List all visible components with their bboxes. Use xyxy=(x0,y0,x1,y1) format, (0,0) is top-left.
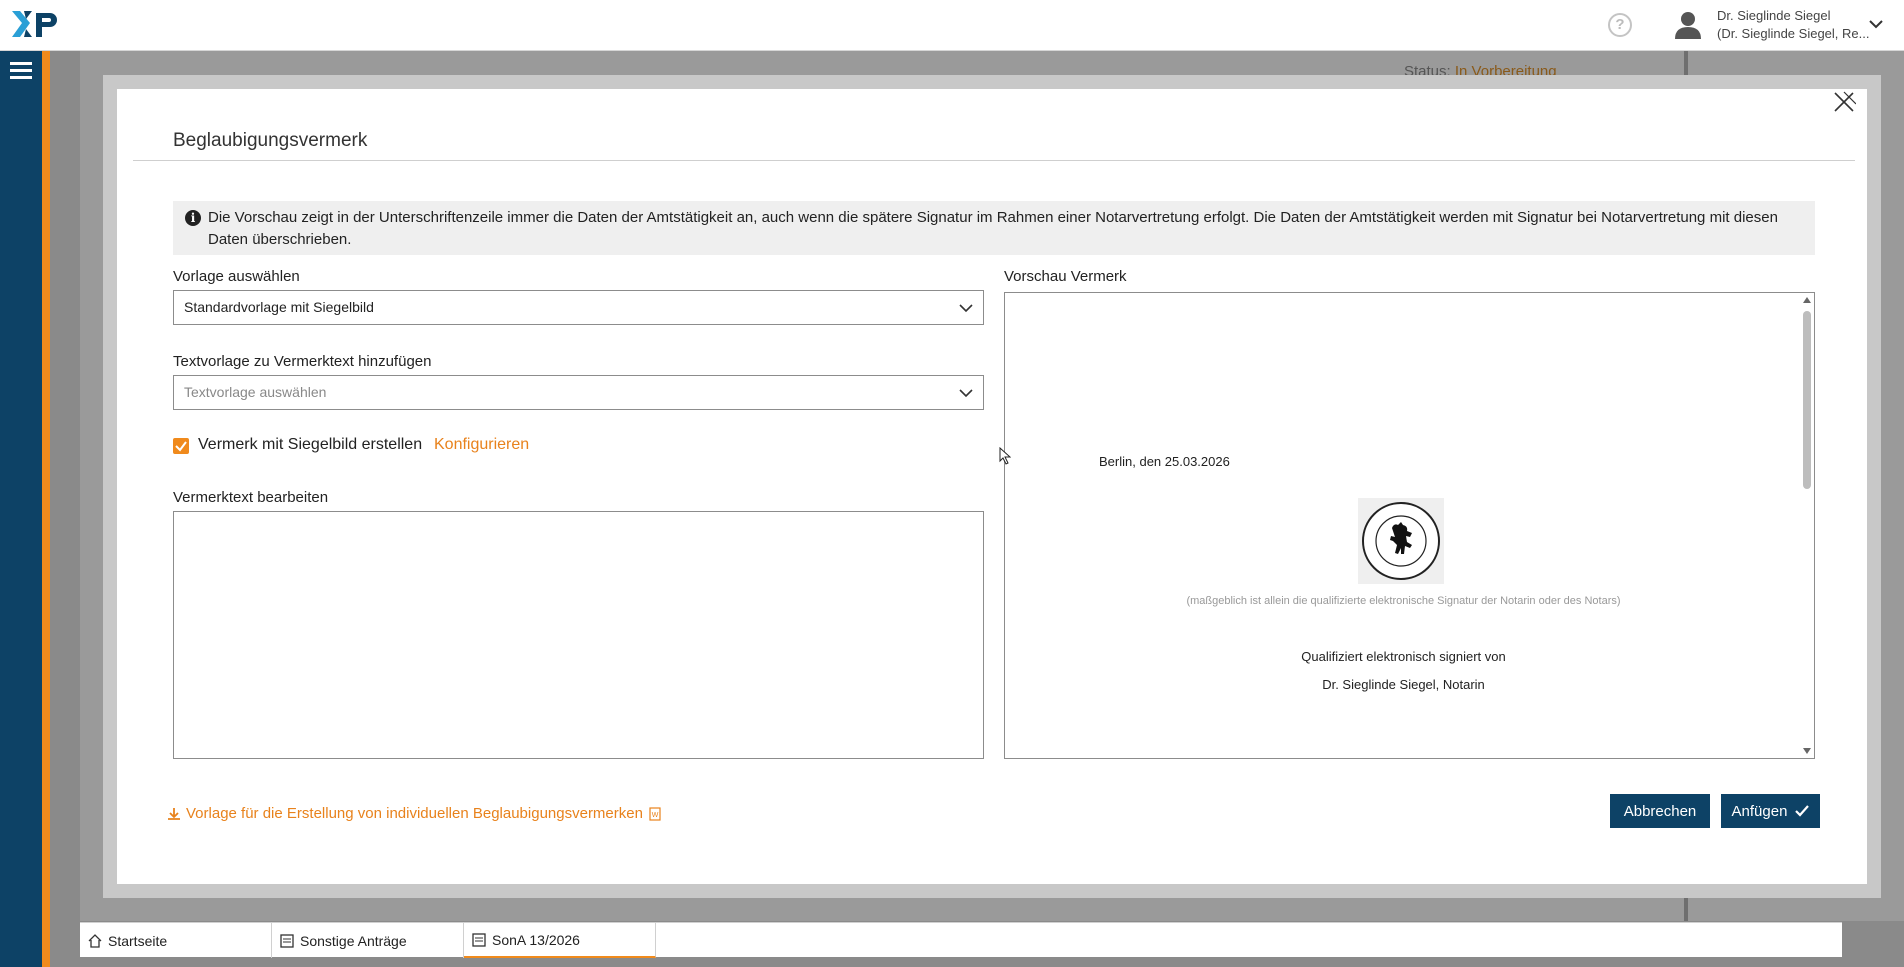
preview-signer: Dr. Sieglinde Siegel, Notarin xyxy=(1322,677,1485,692)
mouse-pointer-icon xyxy=(999,447,1011,465)
bottom-tab-bar: Startseite Sonstige Anträge SonA 13/2026 xyxy=(80,922,1842,958)
download-icon xyxy=(168,807,180,820)
cancel-button-label: Abbrechen xyxy=(1623,802,1697,820)
preview-label: Vorschau Vermerk xyxy=(1004,268,1127,285)
template-select-value: Standardvorlage mit Siegelbild xyxy=(184,299,374,315)
download-template-link[interactable]: Vorlage für die Erstellung von individue… xyxy=(167,805,662,822)
info-box: i Die Vorschau zeigt in der Unterschrift… xyxy=(173,201,1815,255)
siegelbild-checkbox[interactable] xyxy=(173,438,189,454)
tab-sona-13-2026[interactable]: SonA 13/2026 xyxy=(464,923,656,958)
preview-note: (maßgeblich ist allein die qualifizierte… xyxy=(1186,595,1621,607)
tab-label: Sonstige Anträge xyxy=(300,932,407,949)
textvorlage-label: Textvorlage zu Vermerktext hinzufügen xyxy=(173,353,432,370)
textvorlage-select[interactable]: Textvorlage auswählen xyxy=(173,375,984,410)
siegelbild-checkbox-label[interactable]: Vermerk mit Siegelbild erstellen xyxy=(198,436,422,454)
template-select[interactable]: Standardvorlage mit Siegelbild xyxy=(173,290,984,325)
template-label: Vorlage auswählen xyxy=(173,268,300,285)
edit-label: Vermerktext bearbeiten xyxy=(173,489,329,506)
modal-title-divider xyxy=(133,160,1855,161)
document-icon xyxy=(280,933,294,948)
scroll-up-arrow-icon[interactable] xyxy=(1803,297,1811,303)
user-name-line2: (Dr. Sieglinde Siegel, Re... xyxy=(1717,26,1870,41)
seal-emblem-icon xyxy=(1362,502,1440,580)
chevron-down-icon xyxy=(959,304,973,313)
scroll-thumb[interactable] xyxy=(1803,311,1811,489)
textvorlage-placeholder: Textvorlage auswählen xyxy=(184,384,327,400)
user-name[interactable]: Dr. Sieglinde Siegel (Dr. Sieglinde Sieg… xyxy=(1717,7,1869,43)
tab-label: Startseite xyxy=(108,932,168,949)
tab-startseite[interactable]: Startseite xyxy=(80,923,272,958)
append-button[interactable]: Anfügen xyxy=(1721,794,1820,828)
scroll-down-arrow-icon[interactable] xyxy=(1803,748,1811,754)
help-icon[interactable]: ? xyxy=(1608,13,1632,37)
vermerktext-textarea[interactable] xyxy=(173,511,984,759)
preview-date-line: Berlin, den 25.03.2026 xyxy=(1099,454,1230,469)
tab-label: SonA 13/2026 xyxy=(492,931,580,948)
info-text: Die Vorschau zeigt in der Unterschriften… xyxy=(208,209,1778,248)
info-icon: i xyxy=(185,210,201,226)
user-name-line1: Dr. Sieglinde Siegel xyxy=(1717,8,1831,23)
cancel-button[interactable]: Abbrechen xyxy=(1610,794,1710,828)
modal-title: Beglaubigungsvermerk xyxy=(173,130,368,151)
chevron-down-icon[interactable] xyxy=(1868,16,1884,32)
document-icon xyxy=(472,932,486,947)
close-icon[interactable] xyxy=(1832,90,1856,114)
word-document-icon: W xyxy=(649,806,661,821)
download-link-text: Vorlage für die Erstellung von individue… xyxy=(186,805,643,822)
checkmark-icon xyxy=(1795,805,1810,817)
svg-text:W: W xyxy=(652,812,659,819)
user-avatar-icon[interactable] xyxy=(1674,10,1702,40)
preview-signed-by: Qualifiziert elektronisch signiert von xyxy=(1301,649,1506,664)
tab-sonstige-antraege[interactable]: Sonstige Anträge xyxy=(272,923,464,958)
append-button-label: Anfügen xyxy=(1731,802,1788,820)
hamburger-menu-icon[interactable] xyxy=(10,62,32,80)
left-rail xyxy=(0,51,42,967)
preview-pane[interactable]: Berlin, den 25.03.2026 (maßgeblich ist a… xyxy=(1004,292,1815,759)
left-accent-bar xyxy=(42,51,50,967)
preview-scrollbar[interactable] xyxy=(1800,293,1814,758)
chevron-down-icon xyxy=(959,389,973,398)
configure-link[interactable]: Konfigurieren xyxy=(434,436,529,454)
app-logo[interactable] xyxy=(12,9,62,41)
top-bar: ? Dr. Sieglinde Siegel (Dr. Sieglinde Si… xyxy=(0,0,1904,51)
seal-image xyxy=(1358,498,1444,584)
home-icon xyxy=(88,933,102,948)
checkmark-icon xyxy=(175,441,187,452)
